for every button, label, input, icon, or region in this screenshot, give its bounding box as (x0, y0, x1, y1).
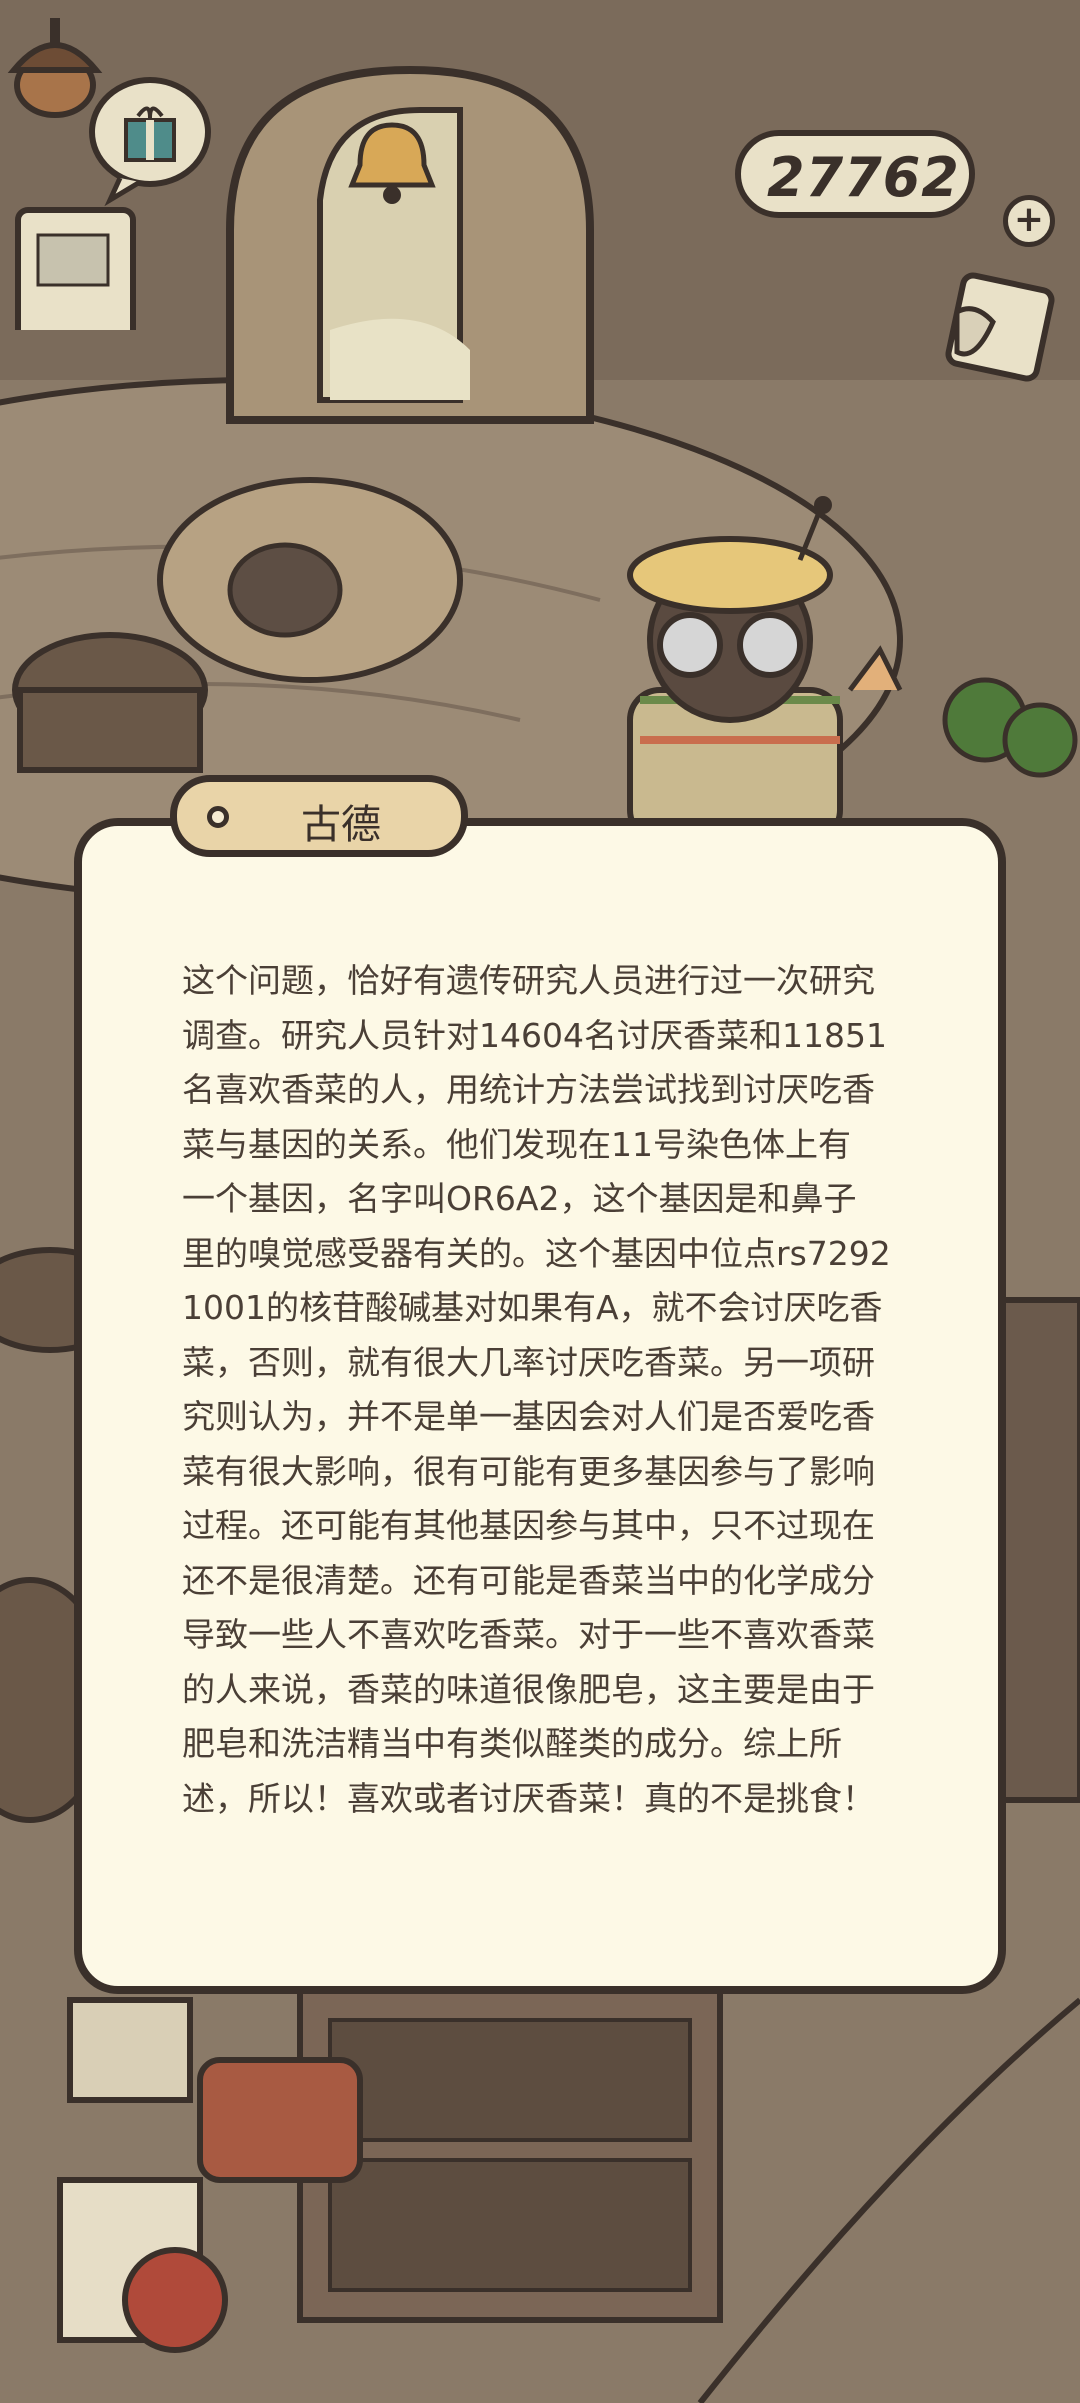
mail-icon (945, 272, 1055, 382)
game-scene[interactable]: 27762 + 古德 这个问题，恰好有遗传研究人员进行过一次研究 调查。研究人员… (0, 0, 1080, 2403)
coin-counter: 27762 (735, 130, 975, 218)
acorn-icon (7, 18, 103, 118)
add-coins-button[interactable]: + (1003, 195, 1055, 247)
dialog-box[interactable]: 这个问题，恰好有遗传研究人员进行过一次研究 调查。研究人员针对14604名讨厌香… (74, 818, 1006, 1994)
mail-button[interactable] (935, 272, 1055, 382)
dialog-text: 这个问题，恰好有遗传研究人员进行过一次研究 调查。研究人员针对14604名讨厌香… (182, 961, 891, 1818)
speaker-name: 古德 (301, 802, 381, 848)
speaker-name-tag: 古德 (170, 775, 468, 857)
coin-value: 27762 (767, 146, 960, 209)
